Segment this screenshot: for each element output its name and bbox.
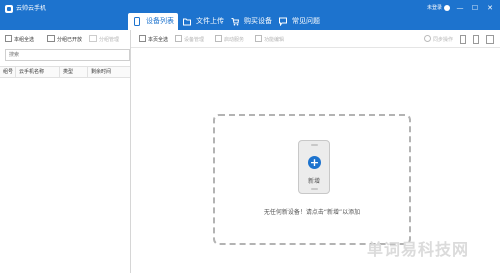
user-status[interactable]: 未登录	[427, 4, 450, 13]
select-all-label: 本组全选	[14, 37, 35, 43]
grid-view-icon[interactable]	[486, 35, 494, 44]
empty-device-area[interactable]: + 新增 无任何新设备！请点击“新增”以添加	[213, 114, 411, 245]
group-manage-button[interactable]: 分组已开放	[47, 35, 82, 44]
sync-operation-button[interactable]: 同步操作	[424, 35, 453, 44]
edit-icon	[255, 35, 262, 42]
toolbar-divider	[131, 47, 500, 48]
cart-icon	[231, 18, 239, 26]
toolbar-label: 功能编辑	[264, 37, 285, 43]
column-header[interactable]: 云手机名称	[16, 67, 60, 77]
sync-icon	[424, 35, 431, 42]
select-all-group[interactable]: 本组全选	[5, 35, 34, 44]
group-manage-label: 分组已开放	[57, 37, 83, 43]
move-group-button[interactable]: 分组管理	[89, 35, 119, 44]
move-group-label: 分组管理	[99, 37, 120, 43]
search-input[interactable]	[5, 49, 130, 61]
page-select-all-label: 本页全选	[148, 37, 169, 43]
checkbox-icon[interactable]	[139, 35, 146, 42]
move-icon	[89, 35, 97, 42]
edit-function-button[interactable]: 功能编辑	[255, 35, 284, 44]
watermark: 单词易科技网	[367, 240, 470, 259]
start-service-button[interactable]: 启动服务	[215, 35, 244, 44]
tab-label: 常见问题	[292, 17, 320, 25]
maximize-button[interactable]: ☐	[470, 3, 480, 13]
toolbar-label: 设备管理	[184, 37, 205, 43]
group-icon	[47, 35, 55, 42]
tab-buy-device[interactable]: 购买设备	[226, 13, 276, 30]
folder-icon	[183, 18, 191, 26]
avatar	[444, 4, 450, 11]
plus-icon[interactable]: +	[308, 156, 321, 169]
tab-label: 设备列表	[146, 17, 174, 25]
app-title: 云帅云手机	[16, 5, 47, 12]
add-device-button[interactable]: + 新增	[298, 140, 330, 194]
tab-label: 购买设备	[244, 17, 272, 25]
title-bar: 云帅云手机 设备列表 文件上传 购买设备 常见问题 未登录 — ☐ ✕	[0, 0, 500, 30]
settings-icon	[175, 35, 182, 42]
tab-label: 文件上传	[196, 17, 224, 25]
page-select-all[interactable]: 本页全选	[139, 35, 168, 44]
app-logo-icon	[5, 5, 13, 13]
portrait-view-icon[interactable]	[473, 35, 479, 44]
checkbox-icon[interactable]	[5, 35, 12, 42]
minimize-button[interactable]: —	[455, 3, 465, 13]
column-header[interactable]: 剩余时间	[88, 67, 130, 77]
user-label: 未登录	[426, 5, 442, 11]
toolbar-label: 启动服务	[224, 37, 245, 43]
tab-faq[interactable]: 常见问题	[274, 13, 324, 30]
left-panel: 本组全选 分组已开放 分组管理 组号 云手机名称 类型 剩余时间	[0, 30, 131, 273]
sync-label: 同步操作	[433, 37, 454, 43]
empty-hint-text: 无任何新设备！请点击“新增”以添加	[263, 209, 361, 216]
column-header[interactable]: 组号	[0, 67, 16, 77]
device-list-icon	[134, 17, 140, 26]
close-button[interactable]: ✕	[485, 3, 495, 13]
device-manage-button[interactable]: 设备管理	[175, 35, 204, 44]
column-header[interactable]: 类型	[60, 67, 88, 77]
list-view-icon[interactable]	[460, 35, 466, 44]
new-device-label: 新增	[307, 178, 320, 185]
play-icon	[215, 35, 222, 42]
device-table-header: 组号 云手机名称 类型 剩余时间	[0, 66, 130, 78]
tab-device-list[interactable]: 设备列表	[128, 13, 178, 30]
tab-file-upload[interactable]: 文件上传	[178, 13, 228, 30]
help-icon	[279, 17, 287, 26]
